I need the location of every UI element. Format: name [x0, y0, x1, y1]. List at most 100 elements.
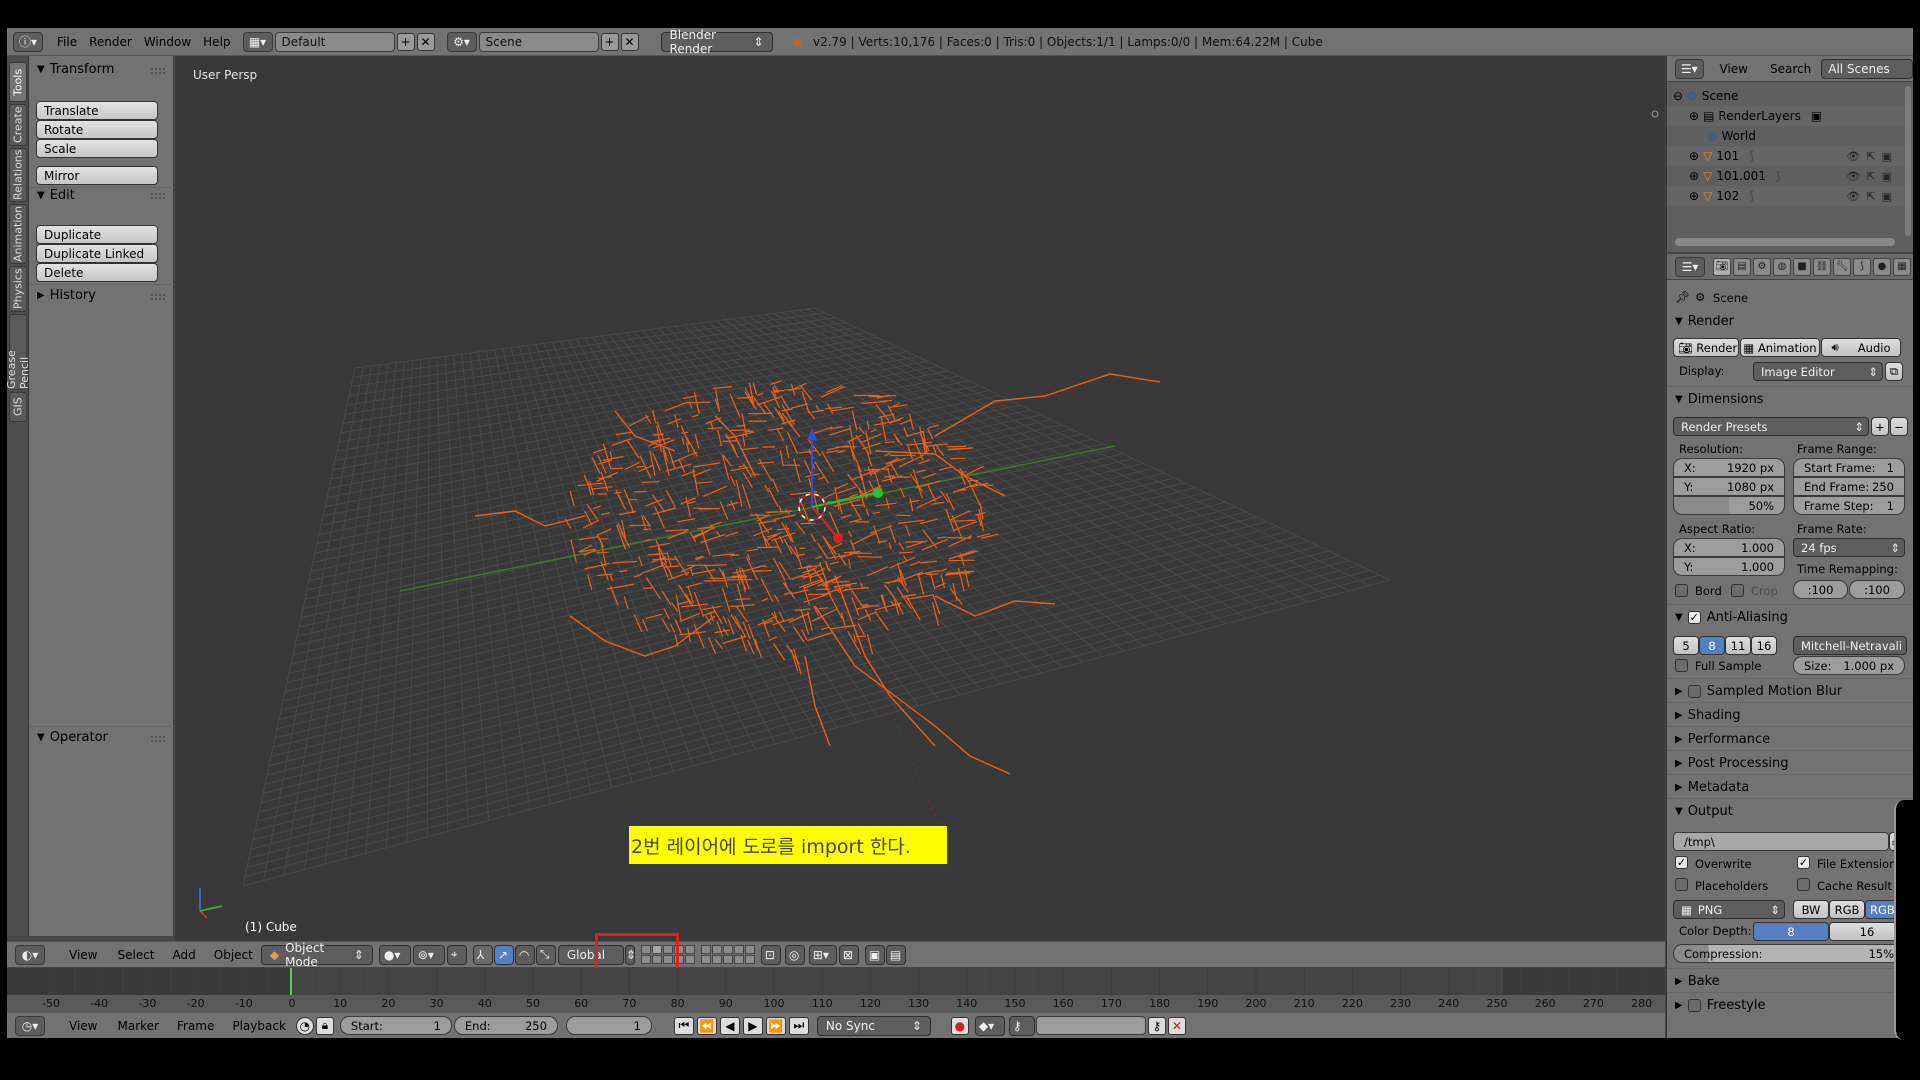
file-extensions-checkbox[interactable]: ✓ — [1797, 856, 1810, 869]
output-panel-header[interactable]: ▼ Output — [1675, 804, 1733, 819]
resolution-percentage-slider[interactable]: 50% — [1673, 496, 1785, 515]
tab-scene-icon[interactable]: ⚙ — [1753, 257, 1771, 276]
remap-new-field[interactable]: :100 — [1849, 580, 1905, 599]
placeholders-checkbox[interactable] — [1675, 878, 1688, 891]
anti-aliasing-panel-header[interactable]: ▼ ✓ Anti-Aliasing — [1675, 610, 1788, 625]
timeline-menu-marker[interactable]: Marker — [111, 1016, 164, 1036]
aa-size-field[interactable]: Size: 1.000 px — [1793, 656, 1905, 675]
start-frame-field[interactable]: Start Frame: 1 — [1793, 458, 1905, 477]
menu-object[interactable]: Object — [208, 945, 259, 965]
delete-button[interactable]: Delete — [36, 263, 158, 282]
end-frame-field[interactable]: End: 250 — [453, 1016, 558, 1035]
resolution-x-field[interactable]: X: 1920 px — [1673, 458, 1785, 477]
resolution-y-field[interactable]: Y: 1080 px — [1673, 477, 1785, 496]
preview-range-icon[interactable]: ◔ — [295, 1016, 314, 1035]
tab-physics[interactable]: Physics — [9, 266, 27, 312]
keying-set-icon[interactable]: ⚷ — [1008, 1015, 1035, 1036]
manipulator-toggle[interactable]: ⌖ — [446, 944, 467, 965]
add-layout-button[interactable]: + — [396, 32, 415, 51]
tab-gis[interactable]: GIS — [9, 392, 27, 422]
panel-grip-icon[interactable] — [151, 68, 165, 74]
aa-filter-dropdown[interactable]: Mitchell-Netravali — [1793, 636, 1907, 655]
mode-dropdown[interactable]: ◆ Object Mode ⇕ — [260, 941, 373, 969]
outliner-menu-search[interactable]: Search — [1764, 59, 1817, 79]
3d-viewport[interactable]: User Persp (1) Cube 2번 레이어에 도로를 import 한… — [175, 56, 1665, 942]
aa-samples-11[interactable]: 11 — [1725, 636, 1751, 655]
tab-data-icon[interactable]: ⟆ — [1853, 257, 1871, 276]
snap-element-dropdown[interactable]: ⊞▾ — [808, 944, 837, 965]
depth-8-button[interactable]: 8 — [1753, 922, 1829, 941]
panel-edit-header[interactable]: ▼ Edit — [37, 188, 75, 203]
viewport-corner-widget[interactable] — [1651, 110, 1659, 118]
anti-aliasing-checkbox[interactable]: ✓ — [1687, 611, 1701, 624]
outliner-vertical-scrollbar[interactable] — [1905, 86, 1911, 236]
scale-button[interactable]: Scale — [36, 139, 158, 158]
viewport-scene[interactable] — [175, 56, 1665, 942]
info-editor-icon[interactable]: ⓘ▾ — [13, 31, 43, 52]
tab-grease-pencil[interactable]: Grease Pencil — [7, 314, 31, 390]
tab-texture-icon[interactable]: ▦ — [1893, 257, 1911, 276]
render-presets-dropdown[interactable]: Render Presets ⇕ — [1673, 417, 1869, 436]
freestyle-panel-header[interactable]: ▶ Freestyle — [1675, 998, 1765, 1013]
border-checkbox[interactable] — [1675, 584, 1688, 597]
frame-step-field[interactable]: Frame Step: 1 — [1793, 496, 1905, 515]
remap-old-field[interactable]: :100 — [1793, 580, 1848, 599]
timeline-menu-view[interactable]: View — [63, 1016, 103, 1036]
tab-animation[interactable]: Animation — [9, 204, 27, 264]
outliner-editor-icon[interactable]: ☰▾ — [1675, 58, 1704, 79]
color-rgb-button[interactable]: RGB — [1829, 900, 1865, 919]
orientation-dropdown[interactable]: Global — [557, 944, 624, 965]
menu-view[interactable]: View — [63, 945, 103, 965]
file-format-dropdown[interactable]: ▦ PNG ⇕ — [1673, 900, 1785, 919]
current-frame-field[interactable]: 1 — [565, 1016, 652, 1035]
lock-layers-icon[interactable]: ⊡ — [760, 944, 781, 965]
aspect-x-field[interactable]: X: 1.000 — [1673, 538, 1785, 557]
outliner-item-101[interactable]: ⊕ ▽ 101 ⟆ 👁︎ ⇱ ▣ — [1667, 146, 1913, 166]
visibility-icons[interactable]: 👁︎ ⇱ ▣ — [1846, 170, 1892, 183]
lock-interface-icon[interactable]: ⧉ — [1885, 362, 1903, 381]
shading-panel-header[interactable]: ▶ Shading — [1675, 708, 1741, 723]
motion-blur-panel-header[interactable]: ▶ Sampled Motion Blur — [1675, 684, 1842, 699]
pin-icon[interactable]: 📌︎ — [1675, 290, 1690, 304]
proportional-edit-icon[interactable]: ◎ — [784, 944, 805, 965]
expand-icon[interactable]: ⊕ — [1689, 189, 1699, 203]
collapse-icon[interactable]: ⊖ — [1673, 89, 1683, 103]
layer-grid-b[interactable] — [700, 945, 755, 964]
expand-icon[interactable]: ⊕ — [1689, 109, 1699, 123]
outliner-item-scene[interactable]: ⊖ ⚙ Scene — [1667, 86, 1913, 106]
opengl-render-icon[interactable]: ▣ — [864, 944, 885, 965]
add-preset-button[interactable]: + — [1871, 417, 1889, 436]
jump-start-icon[interactable]: ⏮ — [673, 1016, 694, 1035]
scene-icon[interactable]: ⚙▾ — [446, 31, 477, 52]
rotate-button[interactable]: Rotate — [36, 120, 158, 139]
tab-world-icon[interactable]: ◍ — [1773, 257, 1791, 276]
opengl-anim-icon[interactable]: ▤ — [885, 944, 906, 965]
orientation-arrows-icon[interactable]: ⇕ — [624, 944, 636, 965]
pivot-dropdown[interactable]: ⊚▾ — [412, 944, 445, 965]
tab-tools[interactable]: Tools — [9, 62, 27, 102]
record-icon[interactable]: ● — [950, 1016, 969, 1035]
render-engine-dropdown[interactable]: Blender Render ⇕ — [660, 28, 773, 56]
full-sample-checkbox[interactable] — [1675, 659, 1688, 672]
panel-history-header[interactable]: ▶ History — [37, 288, 96, 303]
outliner-item-renderlayers[interactable]: ⊕ ▤ RenderLayers ▣ — [1667, 106, 1913, 126]
panel-grip-icon[interactable] — [151, 294, 165, 300]
screen-layout-icon[interactable]: ▦▾ — [242, 31, 273, 52]
output-path-field[interactable]: /tmp\ — [1673, 832, 1889, 851]
display-dropdown[interactable]: Image Editor ⇕ — [1753, 362, 1883, 381]
compression-slider[interactable]: Compression: 15% — [1673, 944, 1905, 963]
visibility-icons[interactable]: 👁︎ ⇱ ▣ — [1846, 190, 1892, 203]
start-frame-field[interactable]: Start: 1 — [339, 1016, 452, 1035]
outliner-horizontal-scrollbar[interactable] — [1675, 238, 1895, 246]
cache-result-checkbox[interactable] — [1797, 878, 1810, 891]
panel-transform-header[interactable]: ▼ Transform — [37, 62, 114, 77]
delete-keyframe-icon[interactable]: ✕ — [1167, 1016, 1186, 1035]
remove-layout-button[interactable]: ✕ — [416, 32, 435, 51]
sync-dropdown[interactable]: No Sync ⇕ — [816, 1015, 931, 1036]
aspect-y-field[interactable]: Y: 1.000 — [1673, 557, 1785, 576]
outliner-item-world[interactable]: ◍ World — [1667, 126, 1913, 146]
tab-object-icon[interactable]: ■ — [1793, 257, 1811, 276]
freestyle-checkbox[interactable] — [1687, 999, 1701, 1012]
play-reverse-icon[interactable]: ◀ — [719, 1016, 740, 1035]
layout-field[interactable]: Default — [274, 31, 395, 52]
